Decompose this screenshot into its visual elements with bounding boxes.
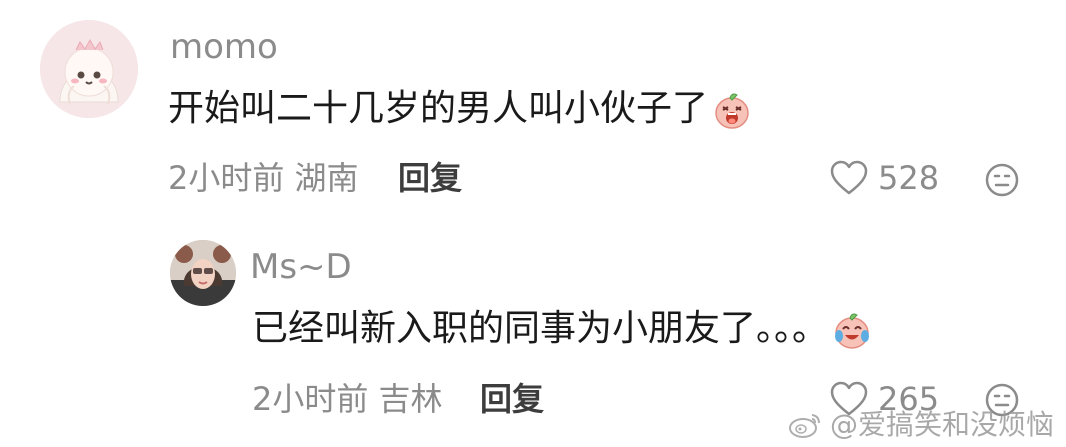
screaming-peach-emoji	[715, 93, 749, 129]
comment-text: 已经叫新入职的同事为小朋友了。。。	[252, 310, 872, 350]
comment-text-body: 开始叫二十几岁的男人叫小伙子了	[168, 88, 709, 129]
avatar[interactable]	[170, 240, 236, 306]
watermark-text: @爱搞笑和没烦恼	[829, 408, 1054, 441]
crying-laughing-peach-emoji	[835, 313, 870, 349]
reply-button[interactable]: 回复	[398, 162, 462, 194]
comment-text-body: 已经叫新入职的同事为小朋友了。。。	[252, 308, 829, 349]
weibo-logo	[788, 414, 820, 438]
comment-time: 2小时前	[168, 159, 285, 197]
comment-meta: 2小时前 吉林	[252, 383, 443, 415]
comment-meta: 2小时前 湖南	[168, 162, 359, 194]
comment-time: 2小时前	[252, 380, 369, 418]
heart-outline-icon	[830, 160, 868, 195]
avatar-image	[170, 240, 236, 306]
avatar[interactable]	[40, 20, 138, 118]
comment-username[interactable]: Ms~D	[250, 250, 352, 284]
like-button[interactable]: 528	[830, 160, 939, 196]
weibo-watermark: @爱搞笑和没烦恼	[788, 411, 1054, 439]
reply-button[interactable]: 回复	[480, 383, 544, 415]
unhappy-face-icon[interactable]	[985, 163, 1019, 197]
comment-location: 吉林	[378, 380, 443, 418]
comment-text: 开始叫二十几岁的男人叫小伙子了	[168, 90, 752, 130]
avatar-image	[40, 20, 138, 118]
like-count: 528	[878, 159, 940, 197]
comment-location: 湖南	[294, 159, 359, 197]
comment-username[interactable]: momo	[170, 30, 278, 64]
